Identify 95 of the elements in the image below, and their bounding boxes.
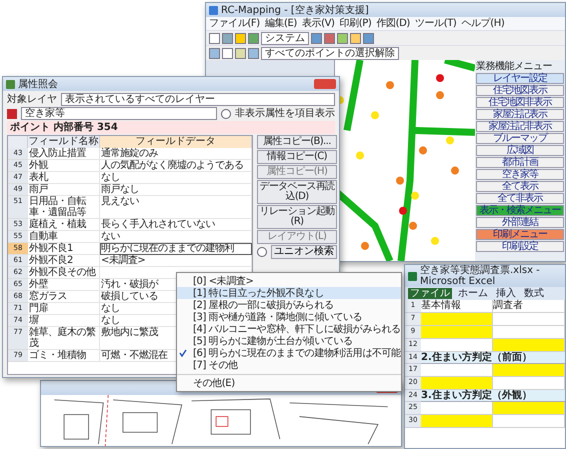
field-value: 長らく手入れされていない [100,219,252,231]
dialog-button[interactable]: リレーション起動(R) [257,205,337,229]
layer-dropdown[interactable]: 表示されているすべてのレイヤー [61,93,335,106]
radio-button[interactable] [221,108,231,118]
field-name: 窓ガラス [28,291,100,303]
header-cell: フィールドデータ [100,136,252,148]
field-name: 自動車 [28,231,100,243]
header-cell: フィールド名称 [28,136,100,148]
app-icon [408,272,417,280]
section-heading: 2.住まい方判定（前面） [421,352,565,364]
menu-button[interactable]: 住宅地図非表示 [476,97,564,108]
category-dropdown[interactable]: 空き家等 [21,107,217,120]
menu-item[interactable]: 印刷(P) [340,18,372,29]
ribbon-tab[interactable]: 挿入 [494,288,518,299]
toolbar-icon[interactable] [209,48,220,58]
dialog-button[interactable]: データベース再読込(D) [257,180,337,204]
toolbar-icon[interactable] [248,48,259,58]
menu-button[interactable]: 印刷メニュー [476,229,564,240]
ribbon-tab[interactable]: ホーム [456,288,490,299]
field-value: <未調査> [100,255,252,267]
menu-button[interactable]: 表示・検索メニュー [476,205,564,216]
menu-button[interactable]: レイヤー設定 [476,73,564,84]
app-icon [209,6,218,14]
dialog-title: 属性照会 [18,78,58,90]
dialog-button[interactable]: 属性コピー(B)... [257,135,337,149]
menu-item[interactable]: ファイル(F) [209,18,260,29]
toolbar-icon[interactable] [311,32,322,44]
menu-button[interactable]: 住宅地図表示 [476,85,564,96]
field-name: 日用品・自転車・遺留品等 [28,196,100,219]
menu-button[interactable]: ブルーマップ [476,133,564,144]
check-icon [179,349,187,357]
toolbar-icon[interactable] [337,32,348,44]
field-name: 侵入防止措置 [28,148,100,160]
menu-item[interactable]: 作図(D) [376,18,410,29]
menu-item[interactable]: [1] 特に目立った外観不良なし [177,287,401,299]
union-search-button[interactable]: ユニオン検索 [271,245,337,259]
field-name: 表札 [28,172,100,184]
toolbar-icon[interactable] [222,48,233,58]
menu-button[interactable]: 全て非表示 [476,193,564,204]
field-value: なし [100,172,252,184]
radio-icon [257,247,267,257]
field-value: 雨戸なし [100,184,252,196]
menu-button[interactable]: 外部連結 [476,217,564,228]
toolbar-icon[interactable] [235,48,246,58]
menu-item[interactable]: [7] その他 [177,359,401,371]
field-name: 外壁 [28,279,100,291]
deselect-points-button[interactable]: すべてのポイントの選択解除 [261,46,399,60]
app-icon [6,80,15,88]
dialog-button[interactable]: 情報コピー(C) [257,150,337,164]
menu-button[interactable]: 全て表示 [476,181,564,192]
toolbar-icon[interactable] [324,32,335,44]
toolbar-icon[interactable] [350,32,361,44]
toolbar-icon[interactable] [209,32,220,44]
flag-icon [7,108,17,118]
section-heading: 3.住まい方判定（外観） [421,390,565,402]
toolbar-icon[interactable] [248,32,259,44]
field-value: 見えない [100,196,252,219]
system-dropdown[interactable]: システム [261,32,309,44]
field-name: 塀 [28,315,100,327]
field-name: 雑草、庭木の繁茂 [28,327,100,350]
field-value: 人の気配がなく廃墟のようである [100,160,252,172]
field-name: 庭植え・植栽 [28,219,100,231]
menu-item[interactable]: 編集(E) [264,18,297,29]
menu-button[interactable]: 家屋注記表示 [476,109,564,120]
menu-button[interactable]: 家屋注記非表示 [476,121,564,132]
field-name: 外観 [28,160,100,172]
header-cell [8,136,28,148]
field-value: 通常施錠のみ [100,148,252,160]
menu-button[interactable]: 空き家等 [476,169,564,180]
menu-button[interactable]: 都市計画 [476,157,564,168]
menu-item[interactable]: ヘルプ(H) [461,18,504,29]
field-name: ゴミ・堆積物 [28,350,100,362]
field-name: 外観不良1 [28,243,100,255]
field-name: 外観不良2 [28,255,100,267]
menu-item[interactable]: その他(E) [177,374,401,389]
toolbar-icon[interactable] [363,32,374,44]
field-value: ない [100,231,252,243]
point-id-bar: ポイント 内部番号 354 [7,121,335,134]
ribbon-tab[interactable]: 数式 [522,288,546,299]
field-name: 雨戸 [28,184,100,196]
layer-label: 対象レイヤ [7,94,57,105]
sheet-cell: 調査者 [493,300,565,313]
toolbar-icon[interactable] [235,32,246,44]
panel-title: 業務機能メニュー [476,61,553,72]
field-name: 外観不良その他 [28,267,100,279]
window-title: RC-Mapping - [空き家対策支援] [221,4,369,16]
toolbar-icon[interactable] [222,32,233,44]
field-name: 門扉 [28,303,100,315]
hide-attributes-label[interactable]: 非表示属性を項目表示 [235,108,335,119]
menu-item[interactable]: 表示(V) [302,18,335,29]
sheet-cell: 基本情報 [421,300,493,313]
menu-item[interactable]: ツール(T) [414,18,456,29]
ribbon-tab[interactable]: ファイル [408,288,452,299]
menu-button[interactable]: 広域図 [476,145,564,156]
menu-button[interactable]: 印刷設定 [476,241,564,252]
